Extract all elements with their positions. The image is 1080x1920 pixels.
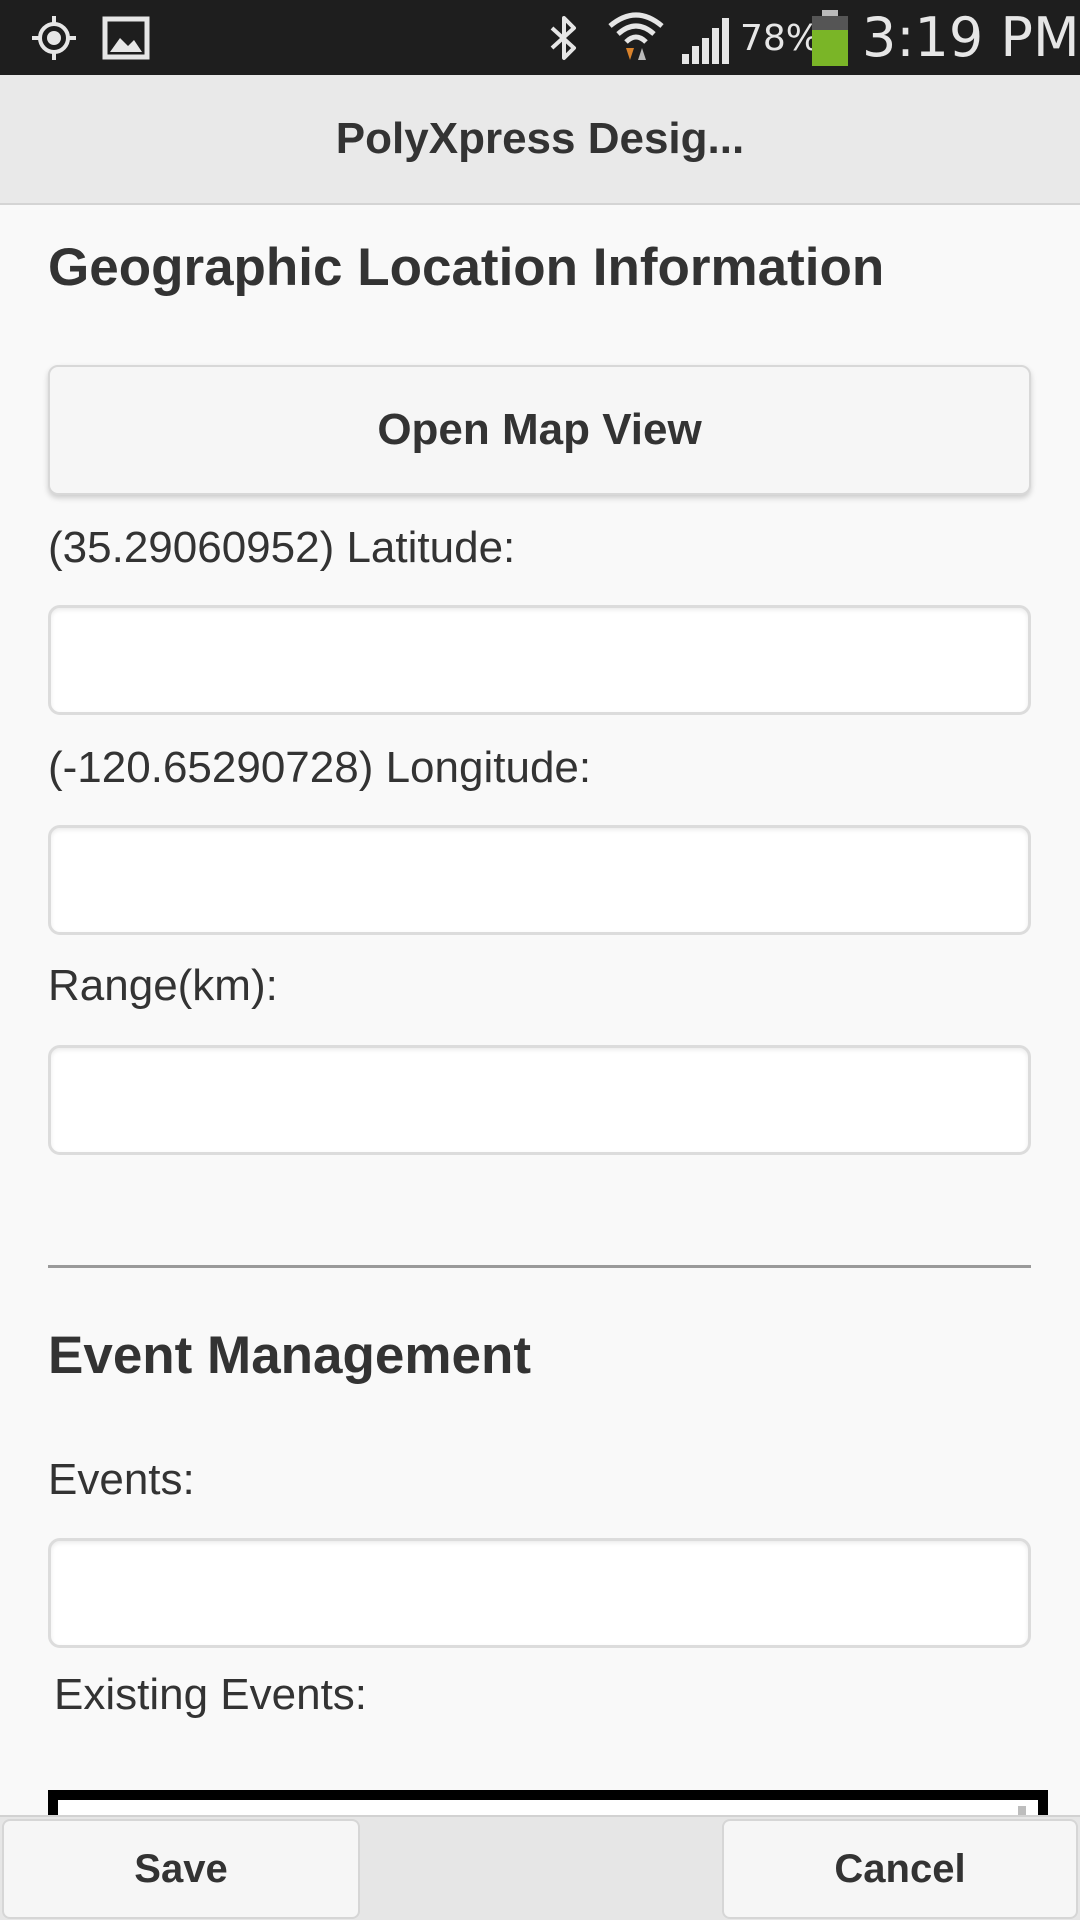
status-bar: 78% 3:19 PM bbox=[0, 0, 1080, 75]
geo-section-heading: Geographic Location Information bbox=[48, 238, 885, 297]
wifi-icon bbox=[606, 10, 666, 64]
location-target-icon bbox=[30, 14, 78, 62]
latitude-input[interactable] bbox=[48, 605, 1031, 715]
main-content[interactable]: Geographic Location Information Open Map… bbox=[0, 205, 1080, 1815]
bluetooth-icon bbox=[544, 14, 584, 62]
latitude-label: (35.29060952) Latitude: bbox=[48, 523, 516, 572]
image-icon bbox=[102, 16, 150, 60]
save-button[interactable]: Save bbox=[2, 1819, 360, 1919]
longitude-label: (-120.65290728) Longitude: bbox=[48, 743, 592, 792]
events-input[interactable] bbox=[48, 1538, 1031, 1648]
existing-events-label: Existing Events: bbox=[54, 1670, 368, 1719]
event-section-heading: Event Management bbox=[48, 1326, 532, 1385]
signal-icon bbox=[680, 14, 734, 64]
battery-percent: 78% bbox=[740, 18, 821, 59]
page-title: PolyXpress Desig... bbox=[335, 114, 745, 163]
longitude-input[interactable] bbox=[48, 825, 1031, 935]
range-input[interactable] bbox=[48, 1045, 1031, 1155]
cancel-button[interactable]: Cancel bbox=[722, 1819, 1078, 1919]
battery-icon bbox=[810, 10, 850, 66]
open-map-view-button[interactable]: Open Map View bbox=[48, 365, 1031, 495]
footer-toolbar: Save Cancel bbox=[0, 1815, 1080, 1920]
events-label: Events: bbox=[48, 1455, 195, 1504]
range-label: Range(km): bbox=[48, 961, 278, 1010]
section-divider bbox=[48, 1265, 1031, 1268]
app-header: PolyXpress Desig... bbox=[0, 75, 1080, 205]
clock: 3:19 PM bbox=[862, 6, 1080, 69]
